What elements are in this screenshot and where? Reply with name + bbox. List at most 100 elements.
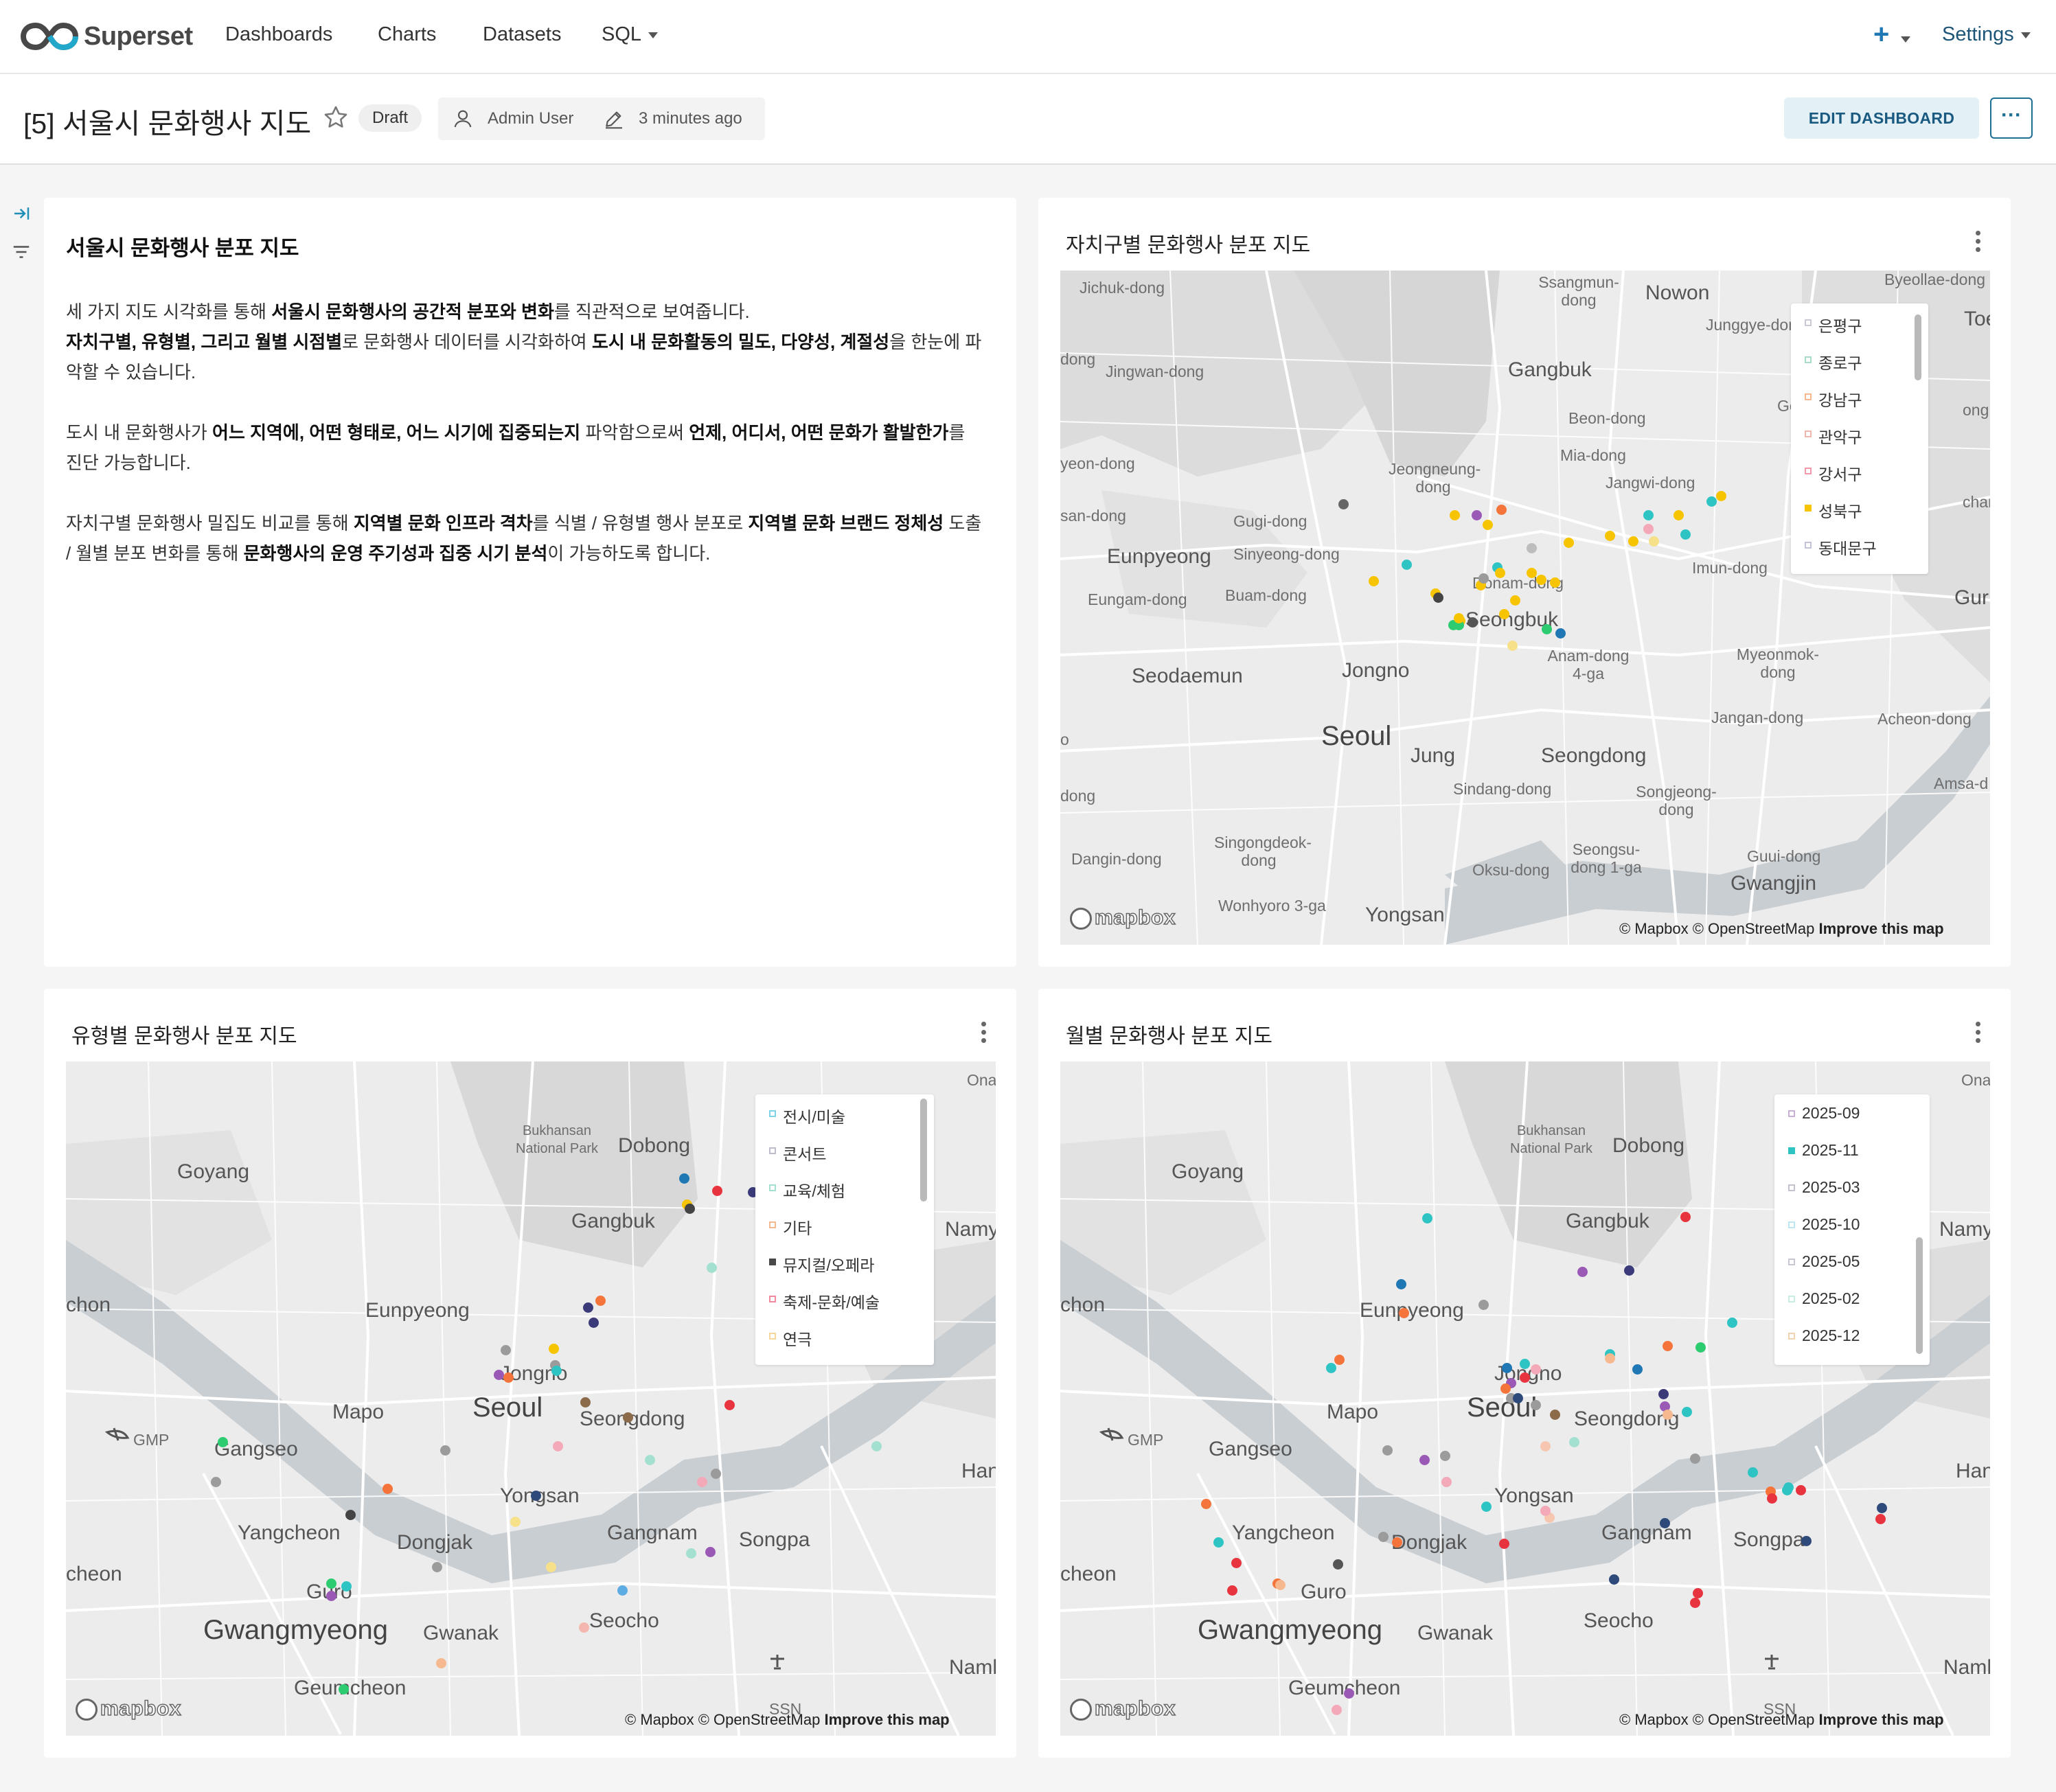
event-marker[interactable] [1520,1359,1530,1369]
event-marker[interactable] [1536,575,1546,585]
event-marker[interactable] [1481,1502,1492,1512]
event-marker[interactable] [326,1578,336,1589]
event-marker[interactable] [686,1548,696,1559]
dashboard-title[interactable]: [5] 서울시 문화행사 지도 [23,100,311,141]
event-marker[interactable] [546,1562,556,1572]
event-marker[interactable] [341,1581,352,1592]
event-marker[interactable] [589,1318,599,1328]
event-marker[interactable] [1500,1383,1511,1394]
event-marker[interactable] [553,1441,563,1451]
chart-menu-icon[interactable] [1975,231,1982,255]
event-marker[interactable] [1332,1705,1342,1715]
star-icon[interactable] [323,104,349,130]
legend-item[interactable]: 종로구 [1805,350,1862,374]
event-marker[interactable] [501,1345,511,1355]
event-marker[interactable] [1510,595,1520,606]
event-marker[interactable] [345,1510,356,1520]
event-marker[interactable] [1693,1588,1703,1598]
expand-sidebar-icon[interactable] [11,203,32,224]
event-marker[interactable] [1369,576,1379,586]
edit-dashboard-button[interactable]: EDIT DASHBOARD [1784,97,1979,139]
event-marker[interactable] [617,1585,628,1596]
event-marker[interactable] [1674,510,1684,520]
event-marker[interactable] [1690,1454,1700,1464]
event-marker[interactable] [1531,1400,1541,1410]
event-marker[interactable] [1663,1410,1673,1420]
event-marker[interactable] [1440,1451,1450,1461]
event-marker[interactable] [1433,593,1443,603]
event-marker[interactable] [1499,1539,1509,1549]
event-marker[interactable] [382,1484,393,1494]
event-marker[interactable] [1344,1688,1354,1699]
event-marker[interactable] [1875,1514,1886,1524]
event-marker[interactable] [1478,1300,1489,1310]
event-marker[interactable] [1680,1212,1691,1222]
chart-menu-icon[interactable] [1975,1022,1982,1046]
settings-menu[interactable]: Settings [1942,23,2031,46]
event-marker[interactable] [1399,1308,1409,1318]
event-marker[interactable] [339,1684,349,1695]
legend-item[interactable]: 동대문구 [1805,536,1877,559]
event-marker[interactable] [679,1173,689,1184]
event-marker[interactable] [1527,568,1537,578]
event-marker[interactable] [211,1477,221,1487]
legend-item[interactable]: 2025-09 [1788,1104,1860,1123]
event-marker[interactable] [1450,510,1460,520]
nav-dashboards[interactable]: Dashboards [225,23,332,46]
legend-item[interactable]: 2025-12 [1788,1326,1860,1345]
event-marker[interactable] [705,1547,716,1557]
legend-scrollbar[interactable] [920,1099,927,1202]
event-marker[interactable] [494,1370,504,1380]
legend-item[interactable]: 은평구 [1805,313,1862,336]
event-marker[interactable] [1201,1499,1211,1509]
legend-item[interactable]: 관악구 [1805,424,1862,448]
event-marker[interactable] [645,1455,655,1465]
event-marker[interactable] [1467,617,1478,628]
event-marker[interactable] [1695,1342,1706,1353]
event-marker[interactable] [1706,496,1717,507]
event-marker[interactable] [1658,1389,1669,1399]
event-marker[interactable] [1767,1493,1777,1504]
event-marker[interactable] [1326,1363,1336,1373]
mapbox-logo[interactable]: mapbox [1070,1697,1176,1721]
legend-item[interactable]: 2025-05 [1788,1252,1860,1271]
event-marker[interactable] [510,1517,521,1527]
nav-datasets[interactable]: Datasets [483,23,561,46]
event-marker[interactable] [326,1591,336,1601]
event-marker[interactable] [1527,543,1537,553]
event-marker[interactable] [1569,1437,1579,1447]
event-marker[interactable] [595,1296,606,1306]
event-marker[interactable] [1877,1503,1887,1513]
event-marker[interactable] [440,1445,450,1456]
event-marker[interactable] [712,1186,722,1196]
event-marker[interactable] [1727,1318,1737,1328]
legend-item[interactable]: 교육/체험 [769,1178,845,1202]
event-marker[interactable] [724,1400,735,1410]
event-marker[interactable] [1542,624,1552,634]
event-marker[interactable] [1495,568,1505,578]
legend-item[interactable]: 뮤지컬/오페라 [769,1252,874,1276]
event-marker[interactable] [1783,1482,1794,1493]
event-marker[interactable] [1478,573,1489,584]
event-marker[interactable] [871,1441,882,1451]
event-marker[interactable] [549,1344,559,1354]
legend-scrollbar[interactable] [1915,314,1921,380]
map-attribution[interactable]: © Mapbox © OpenStreetMap Improve this ma… [1619,1711,1944,1729]
mapbox-logo[interactable]: mapbox [1070,906,1176,930]
event-marker[interactable] [1513,1393,1523,1403]
event-marker[interactable] [1275,1580,1286,1590]
legend-item[interactable]: 콘서트 [769,1141,826,1164]
event-marker[interactable] [1624,1265,1634,1276]
event-marker[interactable] [551,1366,562,1376]
event-marker[interactable] [1419,1455,1430,1465]
legend-item[interactable]: 2025-11 [1788,1141,1859,1160]
event-marker[interactable] [436,1658,446,1668]
legend-item[interactable]: 전시/미술 [769,1104,845,1127]
event-marker[interactable] [1801,1536,1812,1546]
event-marker[interactable] [1392,1537,1402,1548]
event-marker[interactable] [1531,1364,1541,1375]
event-marker[interactable] [1472,510,1482,520]
event-marker[interactable] [1550,1410,1560,1420]
event-marker[interactable] [1422,1213,1432,1224]
event-marker[interactable] [1402,560,1412,570]
